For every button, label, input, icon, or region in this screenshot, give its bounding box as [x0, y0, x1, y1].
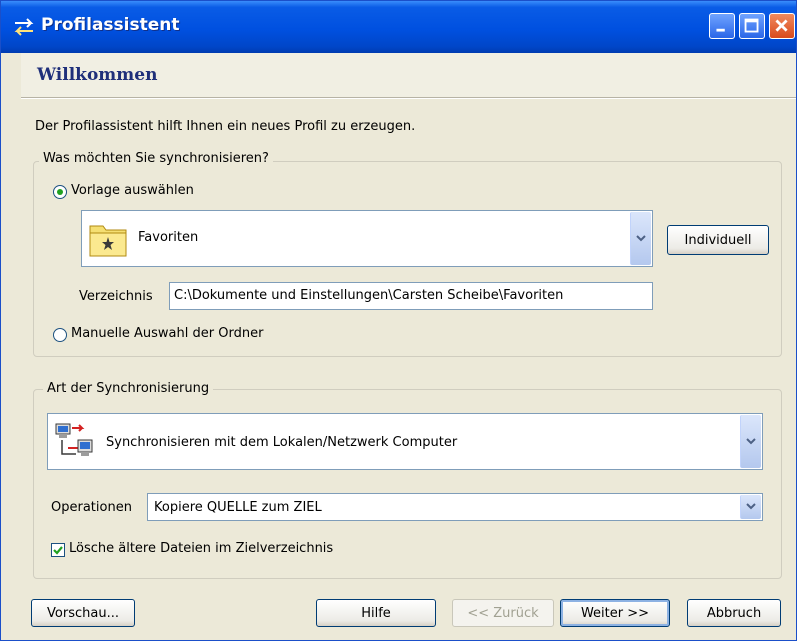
profilassistent-window: Profilassistent Willkommen Der Profilass…	[0, 0, 797, 641]
intro-text: Der Profilassistent hilft Ihnen ein neue…	[35, 119, 416, 134]
help-button[interactable]: Hilfe	[316, 599, 436, 627]
template-combo[interactable]: Favoriten	[81, 210, 653, 267]
checkmark-icon	[53, 546, 63, 555]
radio-selected-dot	[57, 189, 63, 195]
template-combo-value: Favoriten	[138, 230, 199, 245]
sync-type-combo-value: Synchronisieren mit dem Lokalen/Netzwerk…	[106, 435, 458, 450]
delete-older-checkbox[interactable]	[51, 543, 65, 557]
folder-star-icon	[89, 225, 127, 257]
page-title: Willkommen	[37, 65, 158, 85]
manual-radio-label[interactable]: Manuelle Auswahl der Ordner	[71, 326, 263, 341]
sync-arrows-icon	[14, 18, 34, 36]
close-button[interactable]	[769, 13, 795, 39]
next-button[interactable]: Weiter >>	[560, 599, 670, 627]
delete-older-label[interactable]: Lösche ältere Dateien im Zielverzeichnis	[69, 541, 333, 556]
template-radio-label[interactable]: Vorlage auswählen	[71, 183, 194, 198]
header-divider	[21, 97, 796, 99]
directory-field[interactable]: C:\Dokumente und Einstellungen\Carsten S…	[169, 282, 653, 310]
title-bar[interactable]: Profilassistent	[1, 1, 796, 53]
sync-type-combo[interactable]: Synchronisieren mit dem Lokalen/Netzwerk…	[47, 413, 763, 470]
cancel-button[interactable]: Abbruch	[687, 599, 781, 627]
template-radio[interactable]	[53, 185, 67, 199]
individual-button[interactable]: Individuell	[667, 225, 769, 255]
directory-label: Verzeichnis	[79, 289, 153, 304]
sync-type-legend: Art der Synchronisierung	[43, 381, 214, 396]
maximize-icon	[744, 18, 759, 33]
network-computer-icon	[55, 423, 93, 456]
operations-combo-value: Kopiere QUELLE zum ZIEL	[154, 500, 322, 515]
manual-radio[interactable]	[53, 328, 67, 342]
chevron-down-icon	[636, 234, 646, 241]
template-combo-dropdown[interactable]	[630, 212, 651, 265]
sync-what-legend: Was möchten Sie synchronisieren?	[39, 151, 273, 166]
minimize-icon	[716, 28, 725, 32]
sync-type-combo-dropdown[interactable]	[740, 415, 761, 468]
chevron-down-icon	[746, 437, 756, 444]
chevron-down-icon	[746, 503, 756, 510]
operations-combo-dropdown[interactable]	[740, 495, 761, 519]
operations-combo[interactable]: Kopiere QUELLE zum ZIEL	[147, 493, 763, 521]
maximize-button[interactable]	[739, 13, 765, 39]
minimize-button[interactable]	[709, 13, 735, 39]
preview-button[interactable]: Vorschau...	[31, 599, 135, 627]
back-button[interactable]: << Zurück	[452, 599, 554, 627]
operations-label: Operationen	[51, 500, 132, 515]
close-icon	[775, 19, 788, 32]
window-title: Profilassistent	[41, 15, 180, 35]
